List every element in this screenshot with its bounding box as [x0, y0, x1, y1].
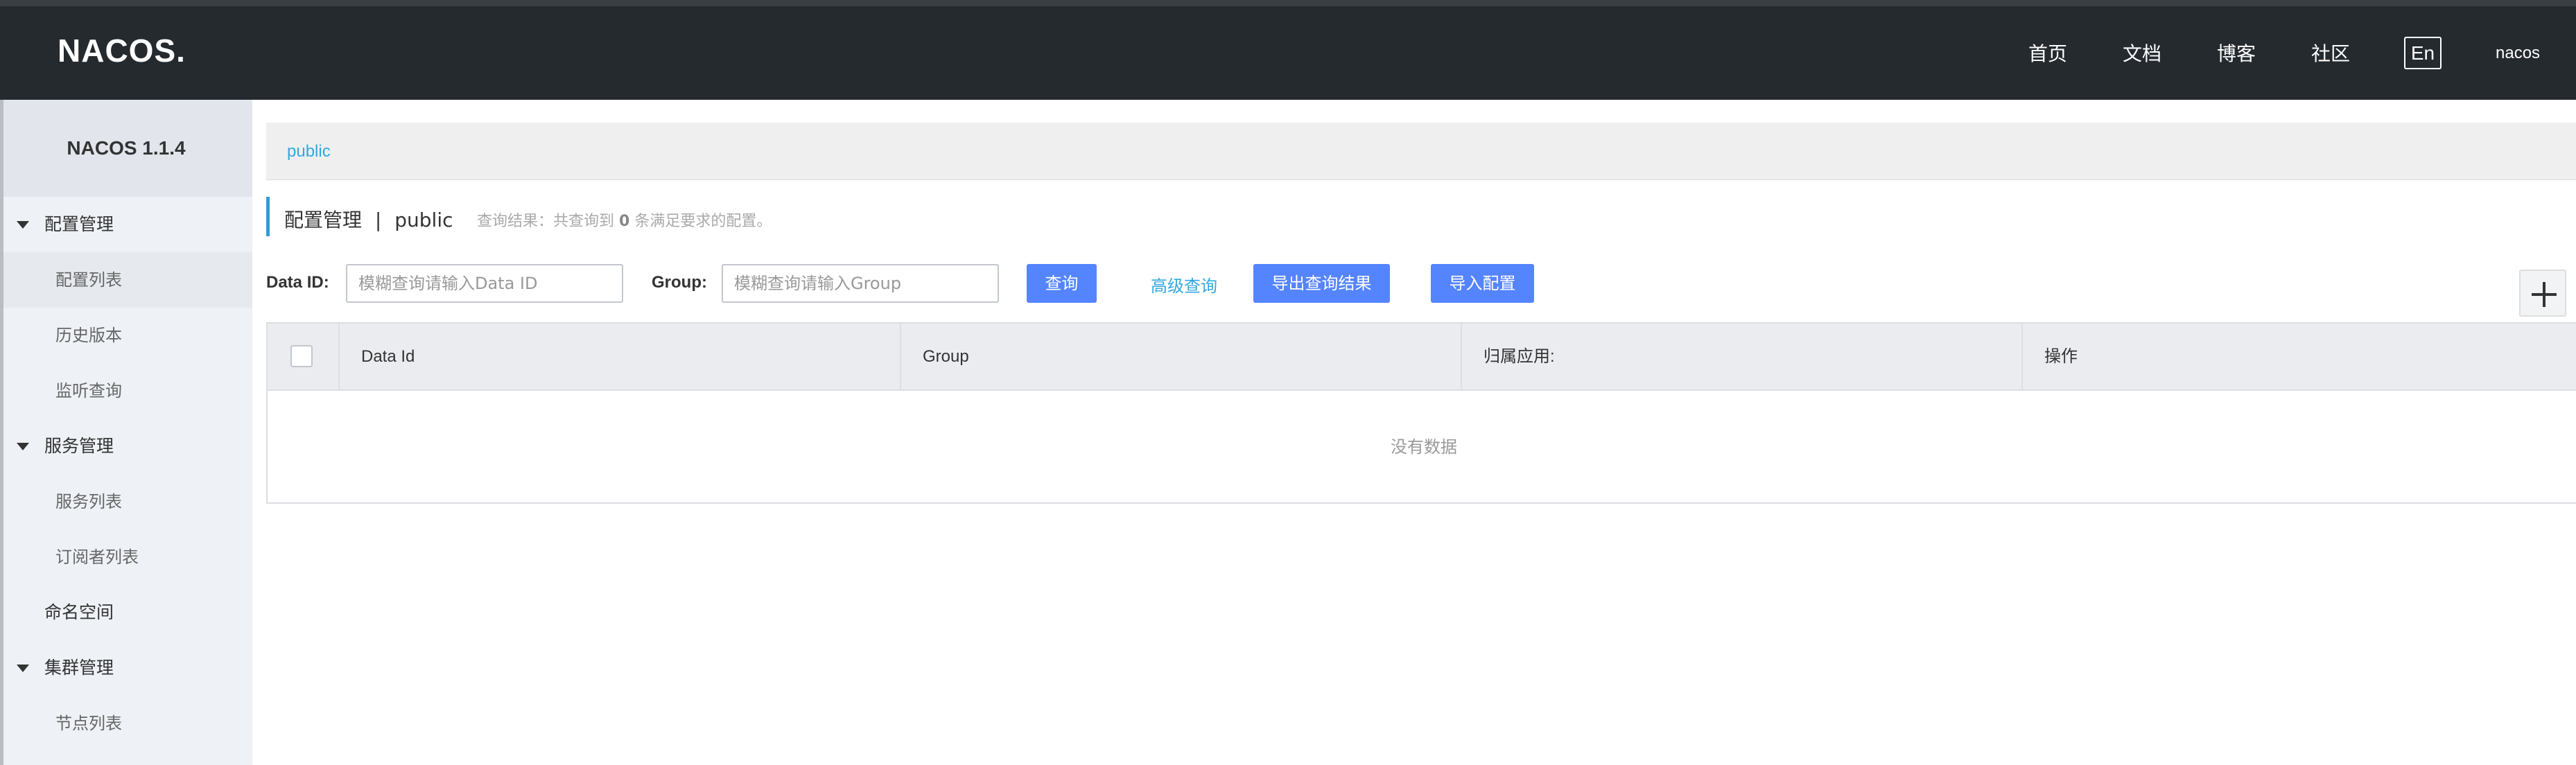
language-toggle-button[interactable]: En: [2404, 37, 2442, 69]
sidebar-group-label: 服务管理: [44, 436, 114, 456]
select-all-checkbox[interactable]: [290, 345, 313, 367]
title-accent-bar: [266, 197, 270, 236]
result-prefix: 查询结果：共查询到: [477, 213, 615, 230]
data-id-label: Data ID:: [266, 273, 329, 292]
nav-community-link[interactable]: 社区: [2311, 39, 2350, 67]
sidebar-item-label: 订阅者列表: [55, 547, 139, 567]
sidebar-item-label: 节点列表: [55, 714, 122, 733]
caret-down-icon: [17, 443, 29, 450]
page-title-namespace: public: [394, 209, 453, 231]
add-config-button[interactable]: [2519, 270, 2566, 317]
nav-blog-link[interactable]: 博客: [2217, 39, 2256, 67]
empty-text: 没有数据: [1391, 437, 1457, 457]
config-table: Data Id Group 归属应用: 操作 没有数据: [266, 322, 2576, 504]
table-header: Data Id Group 归属应用: 操作: [268, 324, 2576, 391]
select-all-column: [268, 324, 338, 389]
caret-down-icon: [17, 665, 29, 672]
column-header-data-id[interactable]: Data Id: [338, 324, 900, 389]
window-edge: [0, 0, 2576, 6]
query-button[interactable]: 查询: [1027, 264, 1097, 303]
sidebar-item-label: 配置列表: [55, 270, 122, 290]
nav-docs-link[interactable]: 文档: [2123, 39, 2161, 67]
sidebar-item-listener-query[interactable]: 监听查询: [0, 363, 252, 419]
page-title-text: 配置管理: [284, 209, 363, 231]
namespace-link-public[interactable]: public: [287, 142, 331, 161]
sidebar-item-label: 监听查询: [55, 381, 122, 401]
namespace-bar: public: [266, 123, 2576, 180]
sidebar-group-config-management[interactable]: 配置管理: [0, 197, 252, 252]
sidebar-item-label: 服务列表: [55, 492, 122, 511]
sidebar-group-cluster-management[interactable]: 集群管理: [0, 640, 252, 696]
sidebar-item-node-list[interactable]: 节点列表: [0, 696, 252, 751]
sidebar-group-label: 配置管理: [44, 214, 114, 234]
page-title: 配置管理 | public: [284, 205, 453, 233]
group-label: Group:: [652, 273, 707, 292]
top-navbar: NACOS. 首页 文档 博客 社区 En nacos: [0, 0, 2576, 100]
sidebar: NACOS 1.1.4 配置管理 配置列表 历史版本 监听查询 服务管理 服务列…: [0, 100, 252, 765]
sidebar-edge: [0, 100, 3, 765]
sidebar-item-history[interactable]: 历史版本: [0, 308, 252, 363]
import-config-button[interactable]: 导入配置: [1431, 264, 1534, 303]
caret-down-icon: [17, 221, 29, 229]
sidebar-item-service-list[interactable]: 服务列表: [0, 474, 252, 529]
page-title-row: 配置管理 | public 查询结果：共查询到 0 条满足要求的配置。: [266, 197, 1237, 236]
title-separator: |: [374, 209, 382, 231]
query-result-summary: 查询结果：共查询到 0 条满足要求的配置。: [477, 209, 772, 231]
column-header-actions: 操作: [2021, 324, 2576, 389]
table-empty-state: 没有数据: [268, 391, 2576, 504]
current-user[interactable]: nacos: [2496, 44, 2540, 63]
sidebar-item-config-list[interactable]: 配置列表: [0, 252, 252, 308]
nav-home-link[interactable]: 首页: [2028, 39, 2067, 67]
plus-icon: [2532, 282, 2557, 307]
sidebar-group-service-management[interactable]: 服务管理: [0, 419, 252, 474]
column-header-app[interactable]: 归属应用:: [1461, 324, 2021, 389]
sidebar-item-label: 历史版本: [55, 326, 122, 345]
group-input[interactable]: [722, 264, 999, 303]
sidebar-item-subscriber-list[interactable]: 订阅者列表: [0, 529, 252, 585]
sidebar-group-label: 集群管理: [44, 658, 114, 678]
column-header-group[interactable]: Group: [900, 324, 1461, 389]
advanced-query-link[interactable]: 高级查询: [1151, 272, 1217, 297]
export-results-button[interactable]: 导出查询结果: [1253, 264, 1390, 303]
sidebar-version-title: NACOS 1.1.4: [0, 100, 252, 197]
sidebar-item-label: 命名空间: [44, 602, 114, 622]
data-id-input[interactable]: [346, 264, 623, 303]
nacos-logo[interactable]: NACOS.: [58, 32, 186, 69]
result-count: 0: [619, 213, 630, 230]
sidebar-item-namespace[interactable]: 命名空间: [0, 585, 252, 640]
result-suffix: 条满足要求的配置。: [634, 213, 772, 230]
